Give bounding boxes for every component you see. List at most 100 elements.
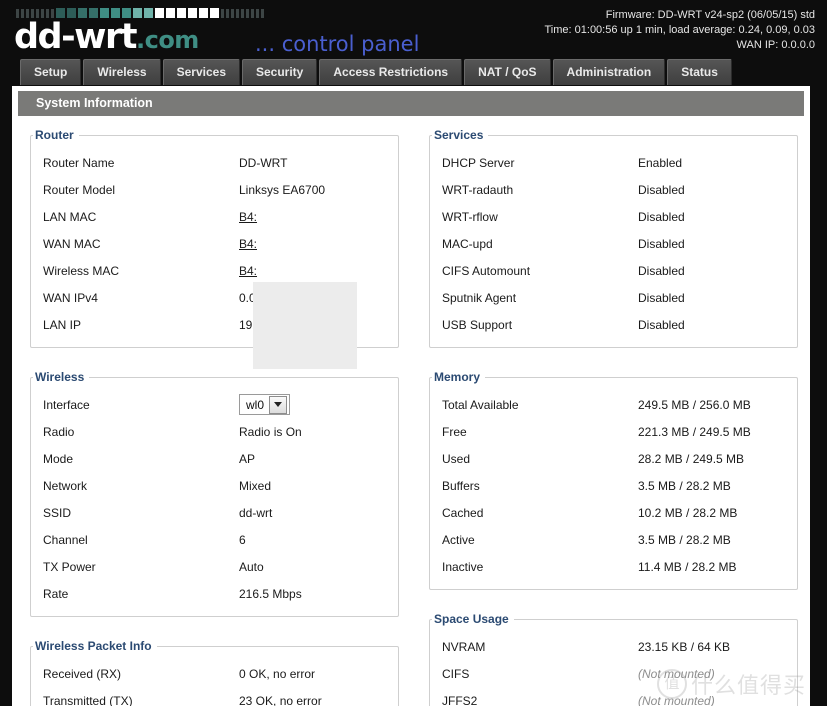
row-value: 249.5 MB / 256.0 MB <box>638 397 751 412</box>
tab-wireless[interactable]: Wireless <box>83 59 161 85</box>
row-label: Wireless MAC <box>43 263 120 278</box>
table-row: TX Power Auto <box>31 553 398 580</box>
row-label: Router Name <box>43 155 115 170</box>
logo-tick <box>246 9 249 18</box>
main-nav-tabs: Setup Wireless Services Security Access Rest… <box>20 59 732 85</box>
row-label: DHCP Server <box>442 155 515 170</box>
section-wireless: Wireless Interface wl0 Radio Radio is On M… <box>30 370 399 617</box>
table-row: Router Name DD-WRT <box>31 149 398 176</box>
row-value: 23 OK, no error <box>239 693 322 706</box>
table-row: Wireless MAC B4: <box>31 257 398 284</box>
wan-ip: WAN IP: 0.0.0.0 <box>736 39 815 51</box>
tab-nat-qos[interactable]: NAT / QoS <box>464 59 551 85</box>
chevron-down-icon[interactable] <box>269 395 288 414</box>
tab-access-restrictions[interactable]: Access Restrictions <box>319 59 463 85</box>
table-row: Received (RX) 0 OK, no error <box>31 660 398 687</box>
interface-select-value: wl0 <box>246 397 265 412</box>
tab-setup[interactable]: Setup <box>20 59 82 85</box>
tab-security[interactable]: Security <box>242 59 318 85</box>
mac-prefix: B4: <box>239 236 258 251</box>
section-services-legend: Services <box>434 128 484 142</box>
tab-status[interactable]: Status <box>667 59 732 85</box>
row-label: Router Model <box>43 182 116 197</box>
two-column-layout: Router Router Name DD-WRT Router Model Link… <box>12 116 810 706</box>
row-value: Radio is On <box>239 424 302 439</box>
tab-services[interactable]: Services <box>162 59 240 85</box>
logo-tick <box>226 9 229 18</box>
row-label: WRT-radauth <box>442 182 514 197</box>
table-row: DHCP Server Enabled <box>430 149 797 176</box>
row-value: AP <box>239 451 256 466</box>
table-row: Rate 216.5 Mbps <box>31 580 398 607</box>
row-label: Channel <box>43 532 88 547</box>
row-label: Mode <box>43 451 74 466</box>
row-value: 3.5 MB / 28.2 MB <box>638 478 731 493</box>
table-row: Buffers 3.5 MB / 28.2 MB <box>430 472 797 499</box>
section-router-legend: Router <box>35 128 74 142</box>
row-label: Used <box>442 451 471 466</box>
mac-address-redaction <box>253 282 357 369</box>
row-value: B4: <box>239 237 257 251</box>
table-row: Interface wl0 <box>31 391 398 418</box>
brand-logo-text: dd-wrt.com <box>14 19 264 58</box>
row-label: Network <box>43 478 88 493</box>
table-row: Active 3.5 MB / 28.2 MB <box>430 526 797 553</box>
logo-tick <box>210 8 219 18</box>
logo-tick <box>144 8 153 18</box>
row-label: Sputnik Agent <box>442 290 517 305</box>
uptime-load: Time: 01:00:56 up 1 min, load average: 0… <box>544 24 816 36</box>
table-row: SSID dd-wrt <box>31 499 398 526</box>
row-label: JFFS2 <box>442 693 478 706</box>
table-row: Inactive 11.4 MB / 28.2 MB <box>430 553 797 580</box>
interface-select[interactable]: wl0 <box>239 394 291 415</box>
mac-prefix: B4: <box>239 263 258 278</box>
row-label: Total Available <box>442 397 519 412</box>
row-value: Disabled <box>638 209 685 224</box>
firmware-version: Firmware: DD-WRT v24-sp2 (06/05/15) std <box>605 9 815 21</box>
control-panel-tagline: ... control panel <box>255 32 420 56</box>
row-label: Inactive <box>442 559 484 574</box>
row-value: (Not mounted) <box>638 693 715 706</box>
table-row: LAN MAC B4: <box>31 203 398 230</box>
row-value: 28.2 MB / 249.5 MB <box>638 451 745 466</box>
tab-administration[interactable]: Administration <box>552 59 666 85</box>
logo-tick <box>241 9 244 18</box>
row-label: Free <box>442 424 467 439</box>
row-value: B4: <box>239 264 257 278</box>
row-value: 10.2 MB / 28.2 MB <box>638 505 738 520</box>
row-label: SSID <box>43 505 72 520</box>
row-value: Auto <box>239 559 264 574</box>
section-memory-legend: Memory <box>434 370 481 384</box>
page-header: dd-wrt.com ... control panel Firmware: D… <box>0 0 827 85</box>
table-row: Total Available 249.5 MB / 256.0 MB <box>430 391 797 418</box>
row-label: WAN MAC <box>43 236 101 251</box>
section-wireless-packet-info-legend: Wireless Packet Info <box>35 639 152 653</box>
table-row: Channel 6 <box>31 526 398 553</box>
logo-tick <box>188 8 197 18</box>
logo-tick <box>155 8 164 18</box>
row-label: TX Power <box>43 559 96 574</box>
logo-tick <box>236 9 239 18</box>
brand-logo: dd-wrt.com <box>14 5 264 58</box>
table-row: WAN MAC B4: <box>31 230 398 257</box>
table-row: Radio Radio is On <box>31 418 398 445</box>
row-label: Rate <box>43 586 69 601</box>
row-value: Disabled <box>638 290 685 305</box>
row-value: Disabled <box>638 317 685 332</box>
logo-tick <box>221 9 224 18</box>
table-row: JFFS2 (Not mounted) <box>430 687 797 706</box>
row-label: CIFS Automount <box>442 263 531 278</box>
logo-tick <box>256 9 259 18</box>
table-row: CIFS (Not mounted) <box>430 660 797 687</box>
row-label: Active <box>442 532 475 547</box>
table-row: MAC-upd Disabled <box>430 230 797 257</box>
row-value: B4: <box>239 210 257 224</box>
row-value: 6 <box>239 532 246 547</box>
row-label: USB Support <box>442 317 513 332</box>
table-row: CIFS Automount Disabled <box>430 257 797 284</box>
logo-tick <box>177 8 186 18</box>
row-value: wl0 <box>239 394 291 415</box>
row-label: Cached <box>442 505 484 520</box>
table-row: WRT-rflow Disabled <box>430 203 797 230</box>
row-value: dd-wrt <box>239 505 273 520</box>
